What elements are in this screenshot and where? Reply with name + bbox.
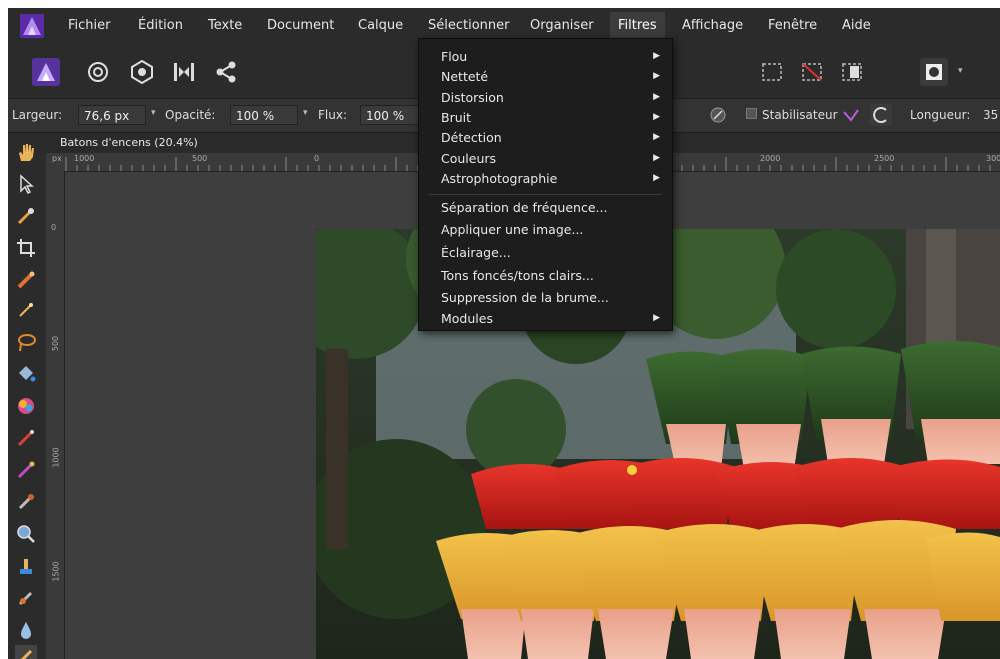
menu-aide[interactable]: Aide xyxy=(840,18,873,33)
color-replacement-tool-icon[interactable] xyxy=(15,459,37,481)
submenu-arrow-icon: ▶ xyxy=(653,51,660,61)
gradient-tool-icon[interactable] xyxy=(15,395,37,417)
submenu-arrow-icon: ▶ xyxy=(653,153,660,163)
hruler-label: 3000 xyxy=(986,154,1000,163)
opacite-label: Opacité: xyxy=(165,108,216,122)
menu-item-bruit[interactable]: Bruit xyxy=(441,110,471,125)
submenu-arrow-icon: ▶ xyxy=(653,112,660,122)
largeur-dropdown-icon[interactable]: ▾ xyxy=(151,108,156,118)
hruler-label: 1000 xyxy=(74,154,95,163)
move-tool-icon[interactable] xyxy=(15,173,37,195)
menu-edition[interactable]: Édition xyxy=(136,18,185,33)
liquify-persona-icon[interactable] xyxy=(84,58,112,86)
submenu-arrow-icon: ▶ xyxy=(653,71,660,81)
quick-mask-icon[interactable] xyxy=(920,58,948,86)
tools-panel xyxy=(8,133,46,659)
fill-tool-icon[interactable] xyxy=(15,363,37,385)
invert-selection-icon[interactable] xyxy=(838,58,866,86)
largeur-field[interactable]: 76,6 px xyxy=(78,105,146,125)
marquee-selection-icon[interactable] xyxy=(758,58,786,86)
photo-persona-icon[interactable] xyxy=(32,58,60,86)
vertical-ruler: 0 500 1000 1500 xyxy=(46,171,65,659)
longueur-label: Longueur: xyxy=(910,108,971,122)
menu-organiser[interactable]: Organiser xyxy=(528,18,596,33)
menu-item-detection[interactable]: Détection xyxy=(441,130,502,145)
frequency-brush-tool-icon[interactable] xyxy=(15,645,37,659)
dodge-brush-tool-icon[interactable] xyxy=(15,491,37,513)
blur-tool-icon[interactable] xyxy=(15,619,37,641)
tone-mapping-persona-icon[interactable] xyxy=(170,58,198,86)
crop-tool-icon[interactable] xyxy=(15,237,37,259)
hand-tool-icon[interactable] xyxy=(15,141,37,163)
menu-item-couleurs[interactable]: Couleurs xyxy=(441,151,496,166)
submenu-arrow-icon: ▶ xyxy=(653,173,660,183)
export-persona-icon[interactable] xyxy=(212,58,240,86)
menu-affichage[interactable]: Affichage xyxy=(680,18,745,33)
document-tab-title: Batons d'encens (20.4%) xyxy=(60,136,198,149)
largeur-label: Largeur: xyxy=(12,108,63,122)
menu-fichier[interactable]: Fichier xyxy=(66,18,113,33)
vruler-label: 1500 xyxy=(51,561,61,582)
hruler-label: 500 xyxy=(192,154,208,163)
vruler-label: 0 xyxy=(51,223,57,232)
yellow-incense-bundles xyxy=(436,520,1000,659)
chevron-down-icon[interactable]: ▾ xyxy=(958,66,963,76)
paint-brush-tool-icon[interactable] xyxy=(15,427,37,449)
menu-item-astrophotographie[interactable]: Astrophotographie xyxy=(441,171,557,186)
flux-field[interactable]: 100 % xyxy=(360,105,420,125)
submenu-arrow-icon: ▶ xyxy=(653,92,660,102)
menu-document[interactable]: Document xyxy=(265,18,336,33)
app-window: Fichier Édition Texte Document Calque Sé… xyxy=(8,8,1000,659)
selection-brush-tool-icon[interactable] xyxy=(15,269,37,291)
menu-item-flou[interactable]: Flou xyxy=(441,49,467,64)
clone-tool-icon[interactable] xyxy=(15,555,37,577)
menu-item-eclairage[interactable]: Éclairage... xyxy=(441,245,511,260)
develop-persona-icon[interactable] xyxy=(128,58,156,86)
app-logo-icon[interactable] xyxy=(20,14,44,38)
menu-item-suppression-brume[interactable]: Suppression de la brume... xyxy=(441,290,609,305)
rope-mode-icon[interactable] xyxy=(840,104,862,126)
hruler-label: 0 xyxy=(314,154,320,163)
menu-item-tons-fonces-clairs[interactable]: Tons foncés/tons clairs... xyxy=(441,268,594,283)
stabilisateur-checkbox[interactable] xyxy=(746,108,757,119)
filters-dropdown-menu: Flou ▶ Netteté ▶ Distorsion ▶ Bruit ▶ Dé… xyxy=(418,38,673,331)
red-incense-bundles xyxy=(471,458,1000,529)
zoom-tool-icon[interactable] xyxy=(15,523,37,545)
deselect-icon[interactable] xyxy=(798,58,826,86)
menu-item-separation-frequence[interactable]: Séparation de fréquence... xyxy=(441,200,607,215)
menu-calque[interactable]: Calque xyxy=(356,18,405,33)
menu-item-distorsion[interactable]: Distorsion xyxy=(441,90,504,105)
menu-texte[interactable]: Texte xyxy=(206,18,244,33)
healing-brush-tool-icon[interactable] xyxy=(15,587,37,609)
menu-item-appliquer-image[interactable]: Appliquer une image... xyxy=(441,222,583,237)
pressure-icon[interactable] xyxy=(708,105,728,125)
hruler-label: 2500 xyxy=(874,154,895,163)
ruler-unit-label: px xyxy=(52,154,62,163)
opacite-dropdown-icon[interactable]: ▾ xyxy=(303,108,308,118)
menu-selectionner[interactable]: Sélectionner xyxy=(426,18,512,33)
submenu-arrow-icon: ▶ xyxy=(653,132,660,142)
menu-separator xyxy=(429,194,662,195)
flood-select-tool-icon[interactable] xyxy=(15,299,37,321)
lasso-tool-icon[interactable] xyxy=(15,331,37,353)
stabilisateur-label: Stabilisateur xyxy=(762,108,838,122)
submenu-arrow-icon: ▶ xyxy=(653,313,660,323)
menu-item-modules[interactable]: Modules xyxy=(441,311,493,326)
hruler-label: 2000 xyxy=(760,154,781,163)
menu-fenetre[interactable]: Fenêtre xyxy=(766,18,819,33)
color-picker-tool-icon[interactable] xyxy=(15,205,37,227)
menu-item-nettete[interactable]: Netteté xyxy=(441,69,488,84)
longueur-value[interactable]: 35 xyxy=(983,108,998,122)
vruler-label: 1000 xyxy=(51,447,61,468)
window-mode-icon[interactable] xyxy=(870,104,892,126)
flux-label: Flux: xyxy=(318,108,347,122)
menu-filtres[interactable]: Filtres xyxy=(610,12,665,39)
vruler-label: 500 xyxy=(51,335,61,352)
field-end-hidden xyxy=(671,105,691,125)
opacite-field[interactable]: 100 % xyxy=(230,105,298,125)
